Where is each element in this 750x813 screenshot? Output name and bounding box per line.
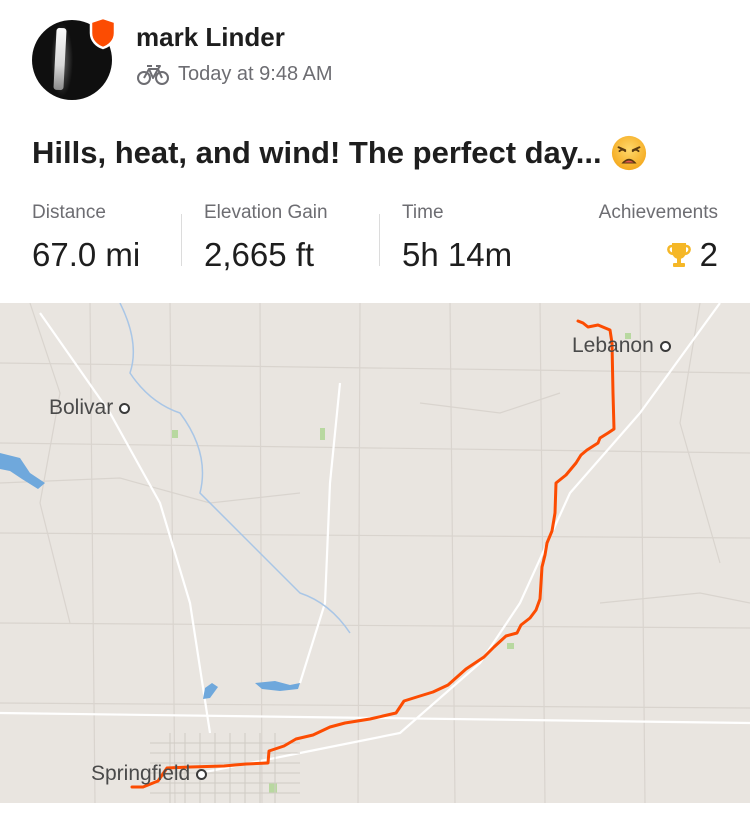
stat-achievements-label: Achievements	[598, 202, 718, 223]
route-map[interactable]: Lebanon Bolivar Springfield	[0, 303, 750, 803]
city-label: Springfield	[91, 762, 191, 785]
map-lakes	[0, 453, 300, 699]
city-marker-icon	[119, 402, 131, 414]
stat-divider	[379, 214, 380, 266]
stat-achievements-value-row: 2	[599, 236, 718, 274]
activity-meta: Today at 9:48 AM	[136, 63, 333, 86]
city-label: Bolivar	[49, 396, 114, 419]
stat-distance: Distance 67.0 mi	[32, 202, 140, 274]
trophy-icon	[666, 243, 691, 267]
map-highways	[0, 303, 750, 775]
stat-distance-label: Distance	[32, 202, 106, 223]
weary-face-emoji-icon	[611, 135, 646, 171]
city-marker-icon	[659, 340, 671, 352]
stat-divider	[181, 214, 182, 266]
stat-elevation: Elevation Gain 2,665 ft	[204, 202, 328, 274]
stat-achievements-value: 2	[699, 236, 718, 273]
stat-time-label: Time	[402, 202, 444, 223]
map-canvas	[0, 303, 750, 803]
stat-time-value: 5h 14m	[402, 236, 513, 273]
athlete-name[interactable]: mark Linder	[136, 22, 285, 53]
stat-elevation-label: Elevation Gain	[204, 202, 328, 223]
map-city-springfield: Springfield	[91, 762, 208, 786]
map-rivers	[119, 303, 351, 634]
bike-icon	[137, 64, 169, 85]
activity-title[interactable]: Hills, heat, and wind! The perfect day..…	[32, 135, 602, 171]
stat-elevation-value: 2,665 ft	[204, 236, 315, 273]
map-roads	[0, 303, 750, 803]
stat-achievements[interactable]: Achievements 2	[599, 202, 718, 274]
map-city-bolivar: Bolivar	[49, 396, 131, 420]
activity-stats: Distance 67.0 mi Elevation Gain 2,665 ft…	[32, 202, 718, 282]
map-city-lebanon: Lebanon	[572, 334, 671, 358]
city-label: Lebanon	[572, 334, 654, 357]
subscriber-badge-icon	[89, 16, 117, 50]
activity-timestamp: Today at 9:48 AM	[178, 63, 333, 85]
map-parks	[172, 333, 631, 793]
stat-time: Time 5h 14m	[402, 202, 512, 274]
stat-distance-value: 67.0 mi	[32, 236, 141, 273]
activity-title-row[interactable]: Hills, heat, and wind! The perfect day..…	[32, 134, 648, 172]
city-marker-icon	[196, 768, 208, 780]
